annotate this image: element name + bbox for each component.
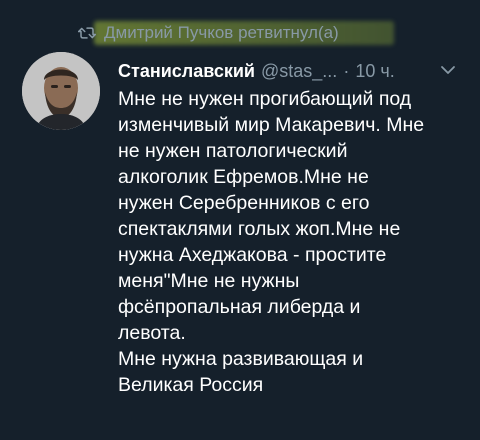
author-name[interactable]: Станиславский [118,61,255,82]
tweet-line: алкоголик Ефремов.Мне не [118,166,369,188]
tweet-line: не нужен патологический [118,140,348,162]
tweet-text: Мне не нужен прогибающий под изменчивый … [118,86,468,398]
tweet-header: Станиславский @stas_... · 10 ч. [118,58,395,84]
retweet-label[interactable]: Дмитрий Пучков ретвитнул(а) [104,23,339,43]
separator-dot: · [343,60,350,81]
retweet-context[interactable]: Дмитрий Пучков ретвитнул(а) [78,20,339,46]
retweet-icon [78,27,96,39]
tweet-card[interactable]: Дмитрий Пучков ретвитнул(а) Станиславски… [0,0,480,440]
tweet-line: Мне не нужен прогибающий под [118,88,412,110]
tweet-line: меня"Мне не нужны [118,270,300,292]
tweet-line: Великая Россия [118,374,264,396]
tweet-line: фсёпропальная либерда и [118,296,361,318]
tweet-line: Мне нужна развивающая и [118,348,364,370]
chevron-down-icon[interactable] [438,60,458,80]
tweet-line: изменчивый мир Макаревич. Мне [118,114,425,136]
avatar[interactable] [22,52,100,130]
tweet-line: левота. [118,322,186,344]
tweet-timestamp[interactable]: 10 ч. [355,61,394,82]
author-handle[interactable]: @stas_... [261,61,337,82]
tweet-line: нужна Ахеджакова - простите [118,244,387,266]
tweet-line: нужен Серебренников с его [118,192,370,214]
avatar-photo [22,52,100,130]
tweet-line: спектаклями голых жоп.Мне не [118,218,401,240]
